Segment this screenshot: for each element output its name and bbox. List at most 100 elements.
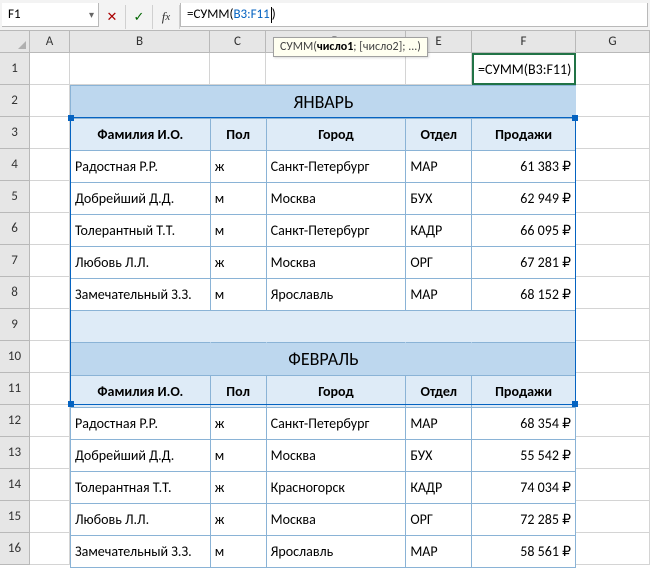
table-cell[interactable]: Москва bbox=[267, 183, 407, 215]
cell-G3[interactable] bbox=[576, 117, 650, 149]
row-header-13[interactable]: 13 bbox=[0, 437, 30, 469]
cell-G1[interactable] bbox=[576, 53, 650, 85]
table-cell[interactable]: ж bbox=[211, 408, 267, 440]
table-cell[interactable]: м bbox=[211, 279, 267, 311]
cell-G9[interactable] bbox=[576, 309, 650, 341]
cell-G8[interactable] bbox=[576, 277, 650, 309]
table-cell[interactable]: Любовь Л.Л. bbox=[71, 247, 211, 279]
table-cell[interactable]: ж bbox=[211, 247, 267, 279]
table-cell[interactable]: 67 281 ₽ bbox=[472, 247, 576, 279]
cell-G15[interactable] bbox=[576, 501, 650, 533]
col-header-F[interactable]: F bbox=[472, 31, 576, 53]
table-cell[interactable]: ж bbox=[211, 472, 267, 504]
table-cell[interactable]: Добрейший Д.Д. bbox=[71, 440, 211, 472]
table-cell[interactable]: Толерантный Т.Т. bbox=[71, 215, 211, 247]
table-cell[interactable]: Радостная Р.Р. bbox=[71, 151, 211, 183]
table-cell[interactable]: м bbox=[211, 183, 267, 215]
name-box[interactable]: F1 ▾ bbox=[2, 3, 99, 27]
table-cell[interactable]: Добрейший Д.Д. bbox=[71, 183, 211, 215]
row-header-11[interactable]: 11 bbox=[0, 373, 30, 405]
fx-button[interactable]: fx bbox=[153, 5, 180, 29]
cell-C1[interactable] bbox=[210, 53, 266, 85]
row-header-1[interactable]: 1 bbox=[0, 53, 30, 85]
table-cell[interactable]: 74 034 ₽ bbox=[472, 472, 576, 504]
table-cell[interactable]: МАР bbox=[406, 408, 472, 440]
row-header-6[interactable]: 6 bbox=[0, 213, 30, 245]
cell-A15[interactable] bbox=[30, 501, 70, 533]
row-header-12[interactable]: 12 bbox=[0, 405, 30, 437]
table-cell[interactable]: Ярославль bbox=[267, 536, 407, 568]
table-cell[interactable]: м bbox=[211, 536, 267, 568]
row-header-3[interactable]: 3 bbox=[0, 117, 30, 149]
cell-B1[interactable] bbox=[70, 53, 210, 85]
cell-G10[interactable] bbox=[576, 341, 650, 373]
table-cell[interactable]: Москва bbox=[267, 504, 407, 536]
cell-A7[interactable] bbox=[30, 245, 70, 277]
cell-A1[interactable] bbox=[30, 53, 70, 85]
cell-A6[interactable] bbox=[30, 213, 70, 245]
table-cell[interactable]: Санкт-Петербург bbox=[267, 215, 407, 247]
table-cell[interactable]: КАДР bbox=[406, 472, 472, 504]
cell-A16[interactable] bbox=[30, 533, 70, 565]
cell-G13[interactable] bbox=[576, 437, 650, 469]
cell-G11[interactable] bbox=[576, 373, 650, 405]
cell-G7[interactable] bbox=[576, 245, 650, 277]
cell-E1[interactable] bbox=[406, 53, 472, 85]
row-header-14[interactable]: 14 bbox=[0, 469, 30, 501]
chevron-down-icon[interactable]: ▾ bbox=[89, 8, 94, 21]
cell-G5[interactable] bbox=[576, 181, 650, 213]
formula-bar[interactable]: =СУММ(B3:F11) bbox=[180, 3, 648, 27]
table-cell[interactable]: БУХ bbox=[406, 183, 472, 215]
table-cell[interactable]: Замечательный З.З. bbox=[71, 279, 211, 311]
col-header-B[interactable]: B bbox=[70, 31, 210, 53]
table-cell[interactable]: м bbox=[211, 440, 267, 472]
table-cell[interactable]: 72 285 ₽ bbox=[472, 504, 576, 536]
table-cell[interactable]: ж bbox=[211, 151, 267, 183]
table-cell[interactable]: 61 383 ₽ bbox=[472, 151, 576, 183]
accept-formula-button[interactable]: ✓ bbox=[126, 5, 153, 29]
col-header-G[interactable]: G bbox=[576, 31, 650, 53]
row-header-16[interactable]: 16 bbox=[0, 533, 30, 565]
table-cell[interactable]: 68 354 ₽ bbox=[472, 408, 576, 440]
table-cell[interactable]: 55 542 ₽ bbox=[472, 440, 576, 472]
cell-A2[interactable] bbox=[30, 85, 70, 117]
cell-A11[interactable] bbox=[30, 373, 70, 405]
table-cell[interactable]: Санкт-Петербург bbox=[267, 408, 407, 440]
table-cell[interactable]: ОРГ bbox=[406, 247, 472, 279]
table-cell[interactable]: МАР bbox=[406, 279, 472, 311]
cancel-formula-button[interactable]: ✕ bbox=[99, 5, 126, 29]
table-cell[interactable]: Замечательный З.З. bbox=[71, 536, 211, 568]
cell-A4[interactable] bbox=[30, 149, 70, 181]
col-header-C[interactable]: C bbox=[210, 31, 266, 53]
table-cell[interactable]: БУХ bbox=[406, 440, 472, 472]
row-header-7[interactable]: 7 bbox=[0, 245, 30, 277]
select-all-corner[interactable] bbox=[0, 31, 30, 53]
cell-D1[interactable] bbox=[266, 53, 406, 85]
table-cell[interactable]: м bbox=[211, 215, 267, 247]
table-cell[interactable]: Ярославль bbox=[267, 279, 407, 311]
table-cell[interactable]: Толерантная Т.Т. bbox=[71, 472, 211, 504]
cell-A9[interactable] bbox=[30, 309, 70, 341]
row-header-10[interactable]: 10 bbox=[0, 341, 30, 373]
row-header-8[interactable]: 8 bbox=[0, 277, 30, 309]
table-cell[interactable]: ОРГ bbox=[406, 504, 472, 536]
cell-F1[interactable] bbox=[472, 53, 576, 85]
table-cell[interactable]: Радостная Р.Р. bbox=[71, 408, 211, 440]
cell-G14[interactable] bbox=[576, 469, 650, 501]
table-cell[interactable]: Санкт-Петербург bbox=[267, 151, 407, 183]
cell-G16[interactable] bbox=[576, 533, 650, 565]
cell-G4[interactable] bbox=[576, 149, 650, 181]
row-header-15[interactable]: 15 bbox=[0, 501, 30, 533]
cell-A12[interactable] bbox=[30, 405, 70, 437]
cell-A13[interactable] bbox=[30, 437, 70, 469]
table-cell[interactable]: Москва bbox=[267, 247, 407, 279]
cell-A8[interactable] bbox=[30, 277, 70, 309]
table-cell[interactable]: 58 561 ₽ bbox=[472, 536, 576, 568]
table-cell[interactable]: 68 152 ₽ bbox=[472, 279, 576, 311]
table-cell[interactable]: МАР bbox=[406, 151, 472, 183]
table-cell[interactable]: Любовь Л.Л. bbox=[71, 504, 211, 536]
table-cell[interactable]: Красногорск bbox=[267, 472, 407, 504]
cell-A3[interactable] bbox=[30, 117, 70, 149]
table-cell[interactable]: КАДР bbox=[406, 215, 472, 247]
table-cell[interactable]: ж bbox=[211, 504, 267, 536]
